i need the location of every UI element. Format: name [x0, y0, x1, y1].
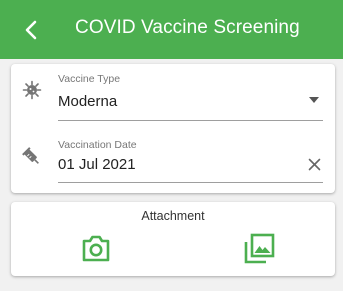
vaccination-date-field[interactable]: Vaccination Date 01 Jul 2021	[11, 130, 335, 192]
app-bar: COVID Vaccine Screening	[0, 0, 343, 59]
dropdown-arrow-icon[interactable]	[305, 91, 323, 109]
virus-icon	[22, 80, 42, 100]
gallery-button[interactable]	[239, 229, 279, 269]
vaccination-date-label: Vaccination Date	[58, 139, 137, 151]
vaccine-type-field[interactable]: Vaccine Type Moderna	[11, 64, 335, 126]
gallery-icon	[244, 233, 275, 264]
back-button[interactable]	[20, 19, 42, 41]
vaccination-date-underline	[58, 182, 323, 183]
camera-button[interactable]	[76, 229, 116, 269]
vaccination-date-value: 01 Jul 2021	[58, 156, 136, 173]
syringe-icon	[22, 147, 42, 167]
vaccine-type-underline	[58, 120, 323, 121]
vaccine-type-label: Vaccine Type	[58, 73, 121, 85]
page-title: COVID Vaccine Screening	[75, 17, 300, 38]
screen: COVID Vaccine Screening Vaccine Type Mod…	[0, 0, 343, 291]
camera-icon	[82, 235, 110, 262]
vaccine-type-value: Moderna	[58, 93, 118, 110]
attachment-title: Attachment	[141, 209, 205, 223]
chevron-left-icon	[25, 20, 37, 40]
screening-form-card: Vaccine Type Moderna Vaccination Date 01…	[11, 64, 335, 193]
attachment-card: Attachment	[11, 202, 335, 276]
clear-icon[interactable]	[305, 155, 323, 173]
